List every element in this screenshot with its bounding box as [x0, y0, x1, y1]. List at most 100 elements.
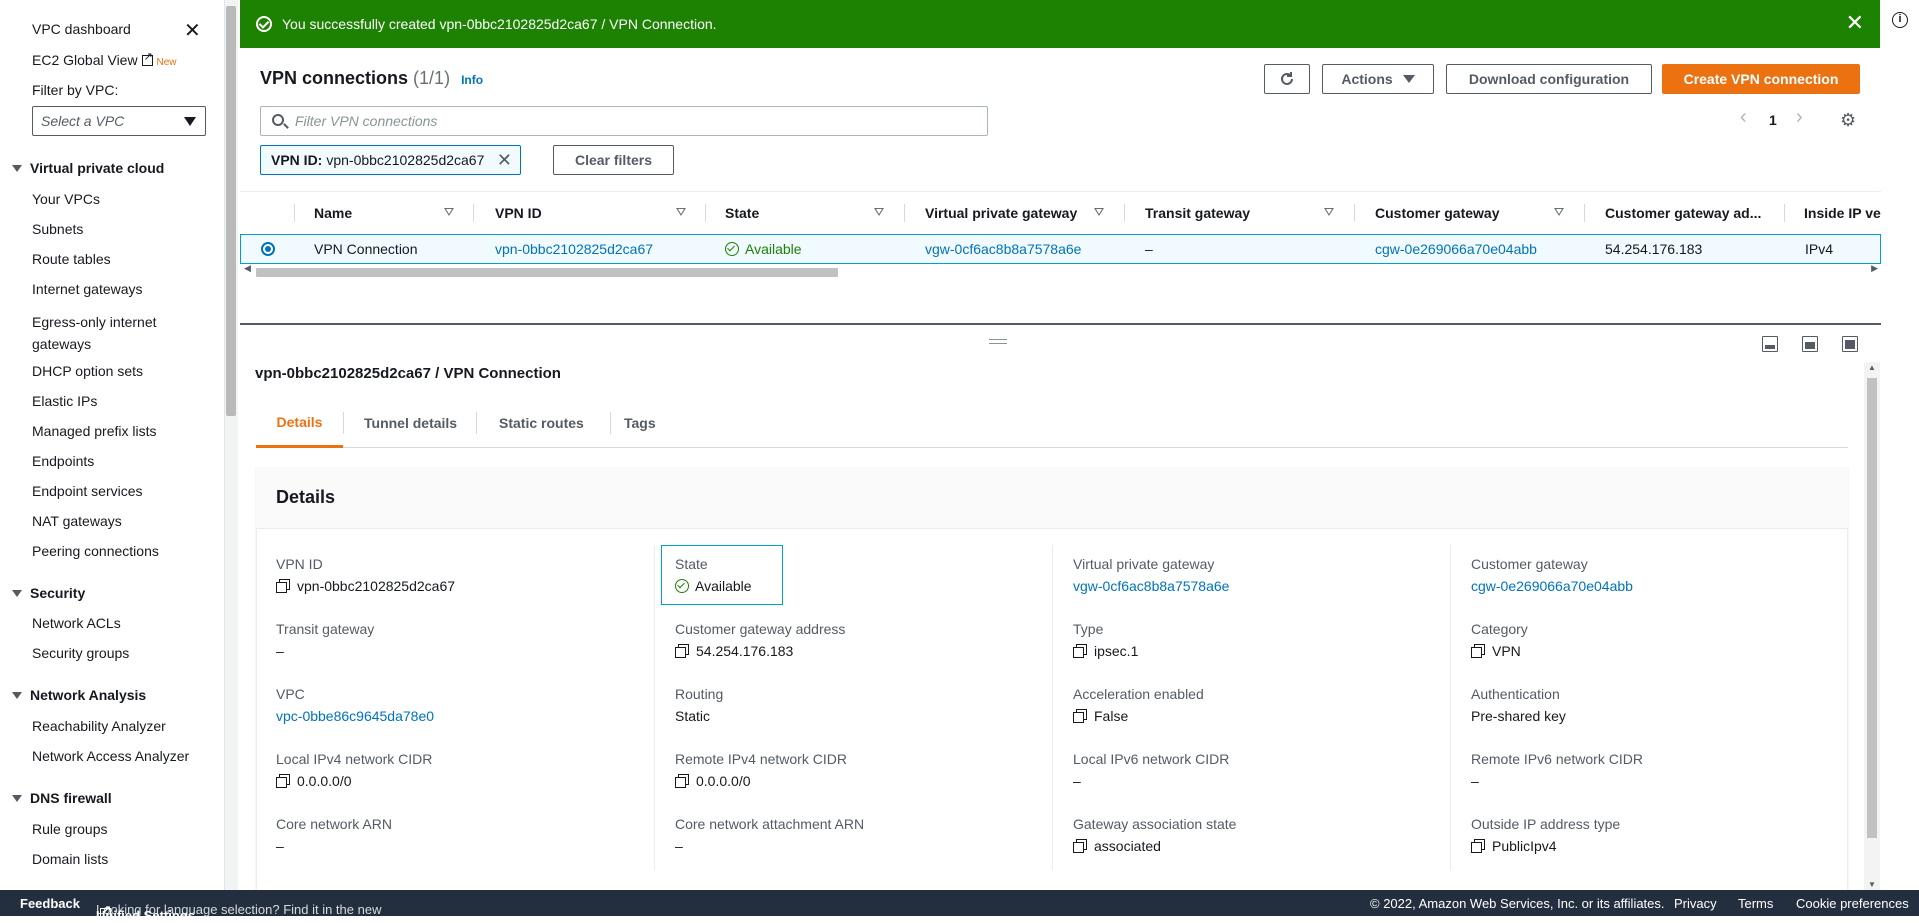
sidebar-section-virtual-private-cloud[interactable]: Virtual private cloud	[12, 160, 164, 176]
column-header-customer-gateway[interactable]: Customer gateway	[1375, 192, 1499, 234]
cell-state-text: Available	[745, 241, 802, 257]
sort-icon[interactable]	[1554, 208, 1564, 216]
sidebar-item-reachability-analyzer[interactable]: Reachability Analyzer	[32, 718, 166, 734]
download-configuration-button[interactable]: Download configuration	[1446, 64, 1652, 94]
column-header-inside-ip-version[interactable]: Inside IP ve	[1804, 192, 1881, 234]
sort-icon[interactable]	[1094, 208, 1104, 216]
sidebar-item-security-groups[interactable]: Security groups	[32, 645, 129, 661]
sort-icon[interactable]	[444, 208, 454, 216]
sidebar-item-network-acls[interactable]: Network ACLs	[32, 615, 121, 631]
column-header-transit-gateway[interactable]: Transit gateway	[1145, 192, 1250, 234]
close-icon[interactable]: ✕	[184, 18, 201, 43]
scroll-down-icon[interactable]: ▼	[1868, 880, 1876, 889]
cell-vpn-id-link[interactable]: vpn-0bbc2102825d2ca67	[495, 235, 653, 263]
column-header-state[interactable]: State	[725, 192, 759, 234]
field-value: –	[675, 838, 683, 854]
vpc-link[interactable]: vpc-0bbe86c9645da78e0	[276, 708, 434, 724]
column-header-customer-gateway-address[interactable]: Customer gateway ad...	[1605, 192, 1761, 234]
scroll-up-icon[interactable]: ▲	[1868, 363, 1876, 372]
cgw-link[interactable]: cgw-0e269066a70e04abb	[1471, 578, 1633, 594]
copy-icon[interactable]	[276, 774, 290, 788]
sort-icon[interactable]	[874, 208, 884, 216]
field-value-row: False	[1073, 708, 1204, 724]
sidebar-item-managed-prefix-lists[interactable]: Managed prefix lists	[32, 423, 157, 439]
sidebar-item-your-vpcs[interactable]: Your VPCs	[32, 191, 100, 207]
vgw-link[interactable]: vgw-0cf6ac8b8a7578a6e	[1073, 578, 1229, 594]
sidebar-item-rule-groups[interactable]: Rule groups	[32, 821, 108, 837]
privacy-link[interactable]: Privacy	[1674, 896, 1717, 911]
tab-separator	[610, 412, 611, 434]
resize-handle[interactable]	[989, 339, 1007, 344]
sidebar-scrollbar-thumb[interactable]	[226, 6, 236, 416]
cell-vgw-link[interactable]: vgw-0cf6ac8b8a7578a6e	[925, 235, 1081, 263]
close-icon[interactable]: ✕	[1846, 12, 1864, 34]
close-icon[interactable]: ✕	[497, 150, 512, 171]
create-vpn-connection-button[interactable]: Create VPN connection	[1662, 64, 1860, 94]
copy-icon[interactable]	[276, 579, 290, 593]
sidebar-item-egress-only-internet-gateways[interactable]: Egress-only internet gateways	[32, 311, 182, 355]
refresh-button[interactable]	[1264, 64, 1310, 94]
sidebar-item-subnets[interactable]: Subnets	[32, 221, 83, 237]
status-available-icon	[725, 242, 739, 256]
sidebar-section-title: DNS firewall	[30, 790, 112, 806]
gear-icon[interactable]: ⚙	[1840, 110, 1856, 131]
chevron-right-icon[interactable]: ›	[1796, 106, 1803, 129]
tab-static-routes[interactable]: Static routes	[499, 398, 584, 448]
column-header-name[interactable]: Name	[314, 192, 352, 234]
column-header-virtual-private-gateway[interactable]: Virtual private gateway	[925, 192, 1077, 234]
table-row[interactable]: VPN Connection vpn-0bbc2102825d2ca67 Ava…	[240, 234, 1881, 264]
table-scrollbar-thumb[interactable]	[256, 268, 838, 277]
field-value-row: vpn-0bbc2102825d2ca67	[276, 578, 455, 594]
column-divider	[1450, 545, 1451, 870]
scroll-left-icon[interactable]: ◀	[244, 263, 251, 274]
copy-icon[interactable]	[1073, 644, 1087, 658]
sidebar-section-network-analysis[interactable]: Network Analysis	[12, 687, 146, 703]
panel-side-icon[interactable]	[1802, 336, 1818, 352]
cell-cgw-link[interactable]: cgw-0e269066a70e04abb	[1375, 235, 1537, 263]
panel-scrollbar-thumb[interactable]	[1867, 378, 1877, 838]
sidebar-item-nat-gateways[interactable]: NAT gateways	[32, 513, 122, 529]
sort-icon[interactable]	[1324, 208, 1334, 216]
copy-icon[interactable]	[1073, 839, 1087, 853]
sidebar-item-domain-lists[interactable]: Domain lists	[32, 851, 108, 867]
terms-link[interactable]: Terms	[1738, 896, 1773, 911]
scroll-right-icon[interactable]: ▶	[1871, 263, 1878, 274]
tab-details[interactable]: Details	[256, 398, 343, 448]
clear-filters-button[interactable]: Clear filters	[553, 145, 674, 175]
tab-tunnel-details[interactable]: Tunnel details	[364, 398, 457, 448]
vpc-filter-select[interactable]: Select a VPC	[32, 106, 206, 136]
panel-bottom-icon[interactable]	[1762, 336, 1778, 352]
copy-icon[interactable]	[675, 644, 689, 658]
field-value: ipsec.1	[1094, 643, 1139, 659]
sidebar-item-peering-connections[interactable]: Peering connections	[32, 543, 159, 559]
chevron-left-icon[interactable]: ‹	[1740, 106, 1747, 129]
copy-icon[interactable]	[675, 774, 689, 788]
feedback-link[interactable]: Feedback	[20, 896, 80, 911]
copy-icon[interactable]	[1471, 839, 1485, 853]
sidebar-item-internet-gateways[interactable]: Internet gateways	[32, 281, 143, 297]
column-header-vpn-id[interactable]: VPN ID	[495, 192, 542, 234]
search-input[interactable]: Filter VPN connections	[260, 106, 988, 136]
row-radio[interactable]	[261, 235, 275, 263]
cookie-preferences-link[interactable]: Cookie preferences	[1796, 896, 1909, 911]
actions-button[interactable]: Actions	[1322, 64, 1434, 94]
sidebar-item-dhcp-option-sets[interactable]: DHCP option sets	[32, 363, 143, 379]
sidebar-item-elastic-ips[interactable]: Elastic IPs	[32, 393, 97, 409]
sidebar-item-vpc-dashboard[interactable]: VPC dashboard	[32, 21, 131, 37]
page-number[interactable]: 1	[1769, 112, 1777, 128]
sidebar-item-endpoint-services[interactable]: Endpoint services	[32, 483, 143, 499]
sort-icon[interactable]	[676, 208, 686, 216]
actions-label: Actions	[1341, 71, 1393, 87]
sidebar-section-security[interactable]: Security	[12, 585, 85, 601]
info-icon[interactable]: i	[1892, 12, 1908, 28]
copy-icon[interactable]	[1471, 644, 1485, 658]
tab-tags[interactable]: Tags	[624, 398, 656, 448]
info-link[interactable]: Info	[461, 73, 483, 87]
sidebar-item-ec2-global-view[interactable]: EC2 Global View New	[32, 50, 176, 68]
sidebar-section-dns-firewall[interactable]: DNS firewall	[12, 790, 112, 806]
sidebar-item-network-access-analyzer[interactable]: Network Access Analyzer	[32, 748, 189, 764]
sidebar-item-endpoints[interactable]: Endpoints	[32, 453, 94, 469]
panel-full-icon[interactable]	[1842, 336, 1858, 352]
sidebar-item-route-tables[interactable]: Route tables	[32, 251, 111, 267]
copy-icon[interactable]	[1073, 709, 1087, 723]
